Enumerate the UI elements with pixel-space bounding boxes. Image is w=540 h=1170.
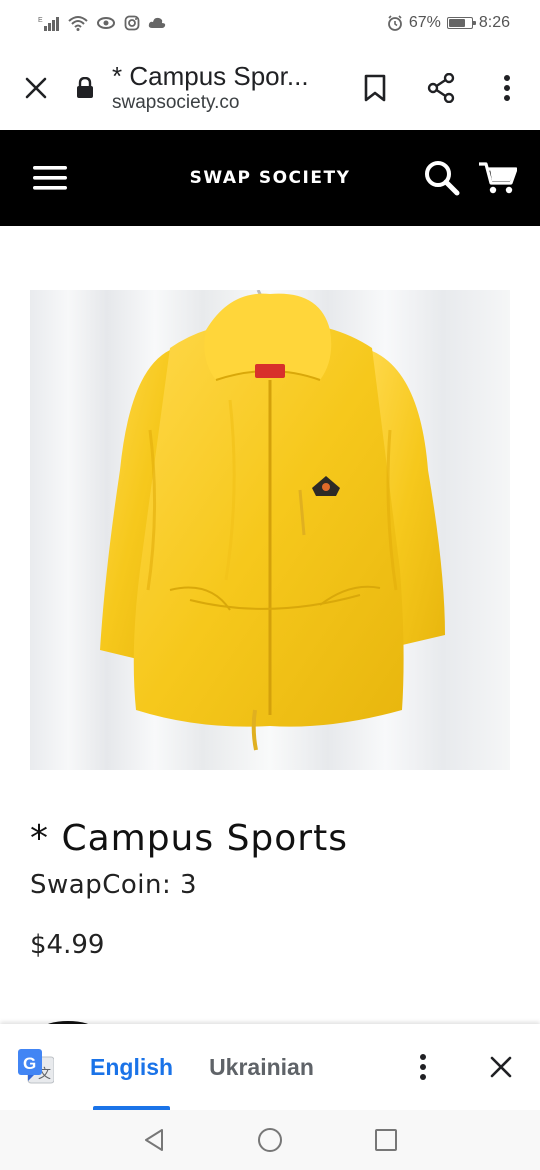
bookmark-button[interactable]	[342, 46, 408, 130]
back-triangle-icon	[145, 1129, 163, 1151]
product-title: * Campus Sports	[30, 818, 348, 859]
product-price: $4.99	[30, 930, 105, 960]
cart-button[interactable]	[478, 158, 518, 198]
cart-icon	[479, 162, 517, 194]
google-translate-icon: 文 G	[18, 1049, 55, 1084]
swapcoin-value: SwapCoin: 3	[30, 870, 198, 900]
site-header: SWAP SOCIETY	[0, 130, 540, 226]
close-tab-button[interactable]	[0, 46, 72, 130]
share-button[interactable]	[408, 46, 474, 130]
page-title: * Campus Spor...	[112, 61, 309, 91]
translate-close-button[interactable]	[462, 1024, 540, 1110]
status-right: 67% 8:26	[387, 14, 510, 32]
svg-text:E: E	[38, 17, 43, 24]
hamburger-menu-icon	[33, 166, 67, 190]
battery-fill	[448, 19, 465, 27]
recents-square-icon	[375, 1129, 397, 1151]
menu-button[interactable]	[30, 158, 70, 198]
browser-toolbar: * Campus Spor... swapsociety.co	[0, 46, 540, 130]
translate-actions	[384, 1024, 540, 1110]
nav-recents-button[interactable]	[328, 1110, 444, 1170]
nav-home-button[interactable]	[212, 1110, 328, 1170]
browser-menu-button[interactable]	[474, 46, 540, 130]
status-left: E	[38, 15, 166, 31]
eye-icon	[97, 17, 115, 29]
translate-bar: 文 G English Ukrainian	[0, 1024, 540, 1110]
close-icon	[490, 1056, 512, 1078]
signal-icon: E	[38, 17, 59, 31]
url-text-area[interactable]: * Campus Spor... swapsociety.co	[112, 61, 342, 115]
bookmark-icon	[364, 74, 386, 102]
search-button[interactable]	[422, 158, 462, 198]
lock-indicator[interactable]	[72, 77, 98, 99]
clock: 8:26	[478, 14, 510, 31]
more-vert-icon	[504, 75, 510, 101]
battery-percent: 67%	[408, 14, 441, 31]
translate-options-button[interactable]	[384, 1024, 462, 1110]
cloud-icon	[148, 17, 166, 28]
lang-tab-target[interactable]: Ukrainian	[209, 1024, 314, 1110]
page-domain: swapsociety.co	[112, 92, 240, 113]
status-bar: E 67% 8:26	[0, 0, 540, 46]
jacket-illustration	[30, 290, 510, 770]
google-translate-button[interactable]: 文 G	[18, 1049, 55, 1085]
home-circle-icon	[258, 1128, 282, 1152]
battery-icon	[446, 17, 476, 29]
instagram-icon	[124, 15, 140, 31]
share-icon	[427, 73, 455, 103]
system-nav-bar	[0, 1110, 540, 1170]
wifi-icon	[68, 16, 88, 31]
lock-icon	[77, 77, 93, 98]
header-actions	[422, 158, 518, 198]
search-icon	[425, 161, 460, 196]
svg-text:G: G	[23, 1054, 36, 1073]
browser-actions	[342, 46, 540, 130]
close-icon	[25, 77, 47, 99]
alarm-icon	[387, 15, 402, 31]
product-image[interactable]	[30, 290, 510, 770]
more-vert-icon	[420, 1054, 426, 1080]
lang-tab-source[interactable]: English	[90, 1024, 173, 1110]
nav-back-button[interactable]	[96, 1110, 212, 1170]
